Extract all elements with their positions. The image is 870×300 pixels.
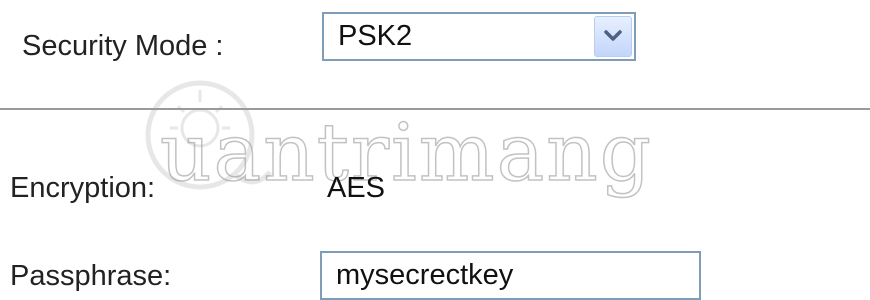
- watermark-text: uantrimang: [159, 106, 654, 199]
- security-mode-selected-value: PSK2: [338, 20, 413, 52]
- chevron-down-icon: [604, 30, 622, 41]
- section-divider: [0, 108, 870, 110]
- dropdown-arrow-button[interactable]: [594, 16, 632, 57]
- security-mode-select[interactable]: PSK2: [322, 12, 636, 61]
- encryption-label: Encryption:: [10, 172, 156, 204]
- security-mode-label: Security Mode :: [22, 30, 224, 62]
- passphrase-input[interactable]: [320, 251, 701, 300]
- watermark-logo-icon: [145, 80, 272, 190]
- passphrase-label: Passphrase:: [10, 260, 172, 292]
- encryption-value: AES: [327, 172, 386, 204]
